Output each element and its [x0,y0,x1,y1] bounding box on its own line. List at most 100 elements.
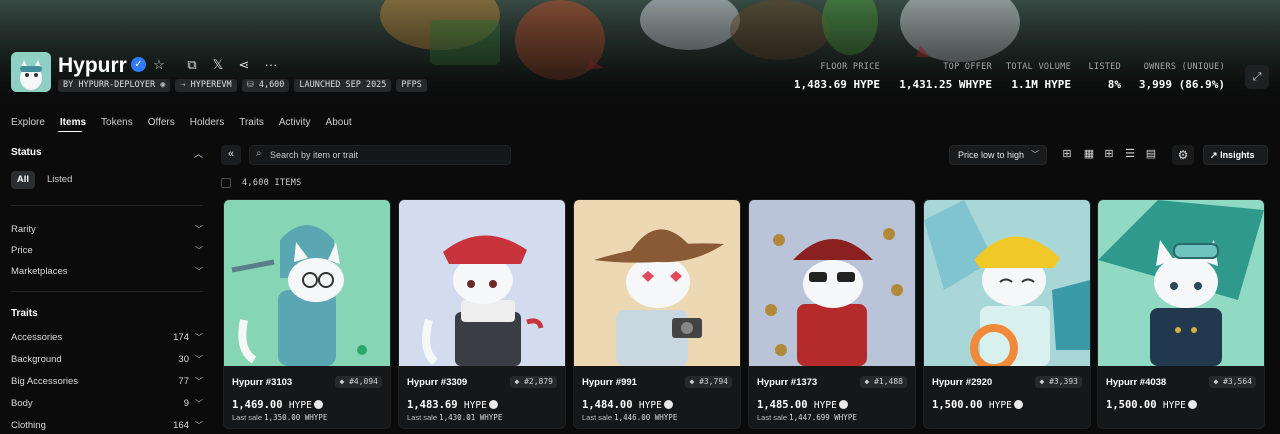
filter-rarity[interactable]: Rarity ﹀ [11,224,203,235]
x-social-icon[interactable]: 𝕏 [209,56,227,74]
hype-token-icon [488,400,498,409]
trait-big-accessories[interactable]: Big Accessories 77 ﹀ [11,376,203,387]
chevron-down-icon: ﹀ [195,333,203,342]
nft-name: Hypurr #4038 [1106,377,1167,388]
nft-image [749,200,915,366]
hype-token-icon [838,400,848,409]
stat-owners: OWNERS (UNIQUE) 3,999 (86.9%) [1138,62,1225,91]
last-sale: Last sale 1,447.699 WHYPE [757,413,857,422]
nft-price: 1,469.00 HYPE [232,399,323,411]
rarity-rank: ◆ #2,879 [510,376,557,388]
trait-accessories[interactable]: Accessories 174 ﹀ [11,332,203,343]
table-icon[interactable]: ▤ [1143,146,1159,162]
trait-body[interactable]: Body 9 ﹀ [11,398,203,409]
divider [11,291,203,292]
settings-gear-icon[interactable]: ⚙ [1172,145,1194,165]
nft-name: Hypurr #2920 [932,377,993,388]
rarity-rank: ◆ #3,794 [685,376,732,388]
last-sale: Last sale 1,430.01 WHYPE [407,413,503,422]
insights-button[interactable]: ↗ Insights [1203,145,1268,165]
collection-chips: BY HYPURR-DEPLOYER ◉ ⇢ HYPEREVM ⛁ 4,600 … [58,79,427,92]
verified-icon: ✓ [131,57,146,72]
last-sale: Last sale 1,350.00 WHYPE [232,413,328,422]
tab-activity[interactable]: Activity [279,117,311,134]
chain-icon: ⇢ [180,80,186,90]
nft-card[interactable]: Hypurr #3103 ◆ #4,094 1,469.00 HYPE Last… [223,199,391,429]
stat-floor-price: FLOOR PRICE 1,483.69 HYPE [793,62,880,91]
nft-price: 1,485.00 HYPE [757,399,848,411]
sort-dropdown[interactable]: Price low to high ﹀ [949,145,1047,165]
collapse-sidebar-button[interactable]: « [221,145,241,165]
nft-card[interactable]: Hypurr #1373 ◆ #1,488 1,485.00 HYPE Last… [748,199,916,429]
trait-background[interactable]: Background 30 ﹀ [11,354,203,365]
grid-medium-icon[interactable]: ▦ [1081,146,1097,162]
tab-traits[interactable]: Traits [239,117,264,134]
chevron-down-icon: ﹀ [195,225,203,234]
nft-image [1098,200,1264,366]
nft-price: 1,484.00 HYPE [582,399,673,411]
share-icon[interactable]: ⋖ [235,56,253,74]
nft-name: Hypurr #991 [582,377,637,388]
creator-chip[interactable]: BY HYPURR-DEPLOYER ◉ [58,79,171,92]
collection-avatar [11,52,51,92]
chevron-down-icon: ﹀ [195,377,203,386]
search-bar[interactable]: ⌕ [249,145,511,165]
status-listed-button[interactable]: Listed [41,171,78,189]
nft-image [924,200,1090,366]
select-all-checkbox[interactable] [221,178,231,188]
collection-title: Hypurr [58,54,127,77]
category-chip[interactable]: PFPS [396,79,427,92]
status-all-button[interactable]: All [11,171,35,189]
chevron-down-icon: ﹀ [1031,150,1039,159]
hype-token-icon [313,400,323,409]
search-input[interactable] [270,148,500,162]
grid-large-icon[interactable]: ⊞ [1059,146,1075,162]
chevron-down-icon: ﹀ [195,267,203,276]
rarity-rank: ◆ #4,094 [335,376,382,388]
chain-chip[interactable]: ⇢ HYPEREVM [175,79,237,92]
chevron-down-icon: ﹀ [195,421,203,430]
grid-small-icon[interactable]: ⊞ [1101,146,1117,162]
hype-token-icon [1187,400,1197,409]
nft-price: 1,500.00 HYPE [932,399,1023,411]
nft-image [224,200,390,366]
supply-icon: ⛁ [246,80,254,90]
stat-listed: LISTED 8% [1088,62,1121,91]
tab-explore[interactable]: Explore [11,117,45,134]
nft-card[interactable]: Hypurr #991 ◆ #3,794 1,484.00 HYPE Last … [573,199,741,429]
list-icon[interactable]: ☰ [1122,146,1138,162]
chevron-up-icon[interactable]: ︿ [194,147,203,160]
tab-offers[interactable]: Offers [148,117,175,134]
search-icon: ⌕ [256,148,262,159]
expand-icon[interactable]: ⤢ [1245,65,1269,89]
nft-name: Hypurr #3103 [232,377,293,388]
nft-name: Hypurr #3309 [407,377,468,388]
favorite-star-icon[interactable]: ☆ [150,56,168,74]
nft-card[interactable]: Hypurr #2920 ◆ #3,393 1,500.00 HYPE [923,199,1091,429]
nft-image [399,200,565,366]
stat-total-volume: TOTAL VOLUME 1.1M HYPE [1005,62,1071,91]
more-icon[interactable]: ··· [262,56,280,74]
supply-chip: ⛁ 4,600 [241,79,290,92]
creator-verified-icon: ◉ [160,80,166,90]
last-sale: Last sale 1,446.00 WHYPE [582,413,678,422]
hype-token-icon [1013,400,1023,409]
nft-card[interactable]: Hypurr #3309 ◆ #2,879 1,483.69 HYPE Last… [398,199,566,429]
items-count: 4,600 ITEMS [242,178,302,188]
filter-marketplaces[interactable]: Marketplaces ﹀ [11,266,203,277]
tab-about[interactable]: About [326,117,352,134]
filter-price[interactable]: Price ﹀ [11,245,203,256]
trait-clothing[interactable]: Clothing 164 ﹀ [11,420,203,431]
rarity-rank: ◆ #1,488 [860,376,907,388]
status-heading: Status [11,147,42,158]
copy-icon[interactable]: ⧉ [183,56,201,74]
tab-tokens[interactable]: Tokens [101,117,133,134]
nft-card[interactable]: Hypurr #4038 ◆ #3,564 1,500.00 HYPE [1097,199,1265,429]
tab-holders[interactable]: Holders [190,117,224,134]
traits-heading: Traits [11,308,38,319]
active-tab-underline [58,131,82,132]
hype-token-icon [663,400,673,409]
stat-top-offer: TOP OFFER 1,431.25 WHYPE [899,62,992,91]
chevron-down-icon: ﹀ [195,399,203,408]
divider [11,205,203,206]
